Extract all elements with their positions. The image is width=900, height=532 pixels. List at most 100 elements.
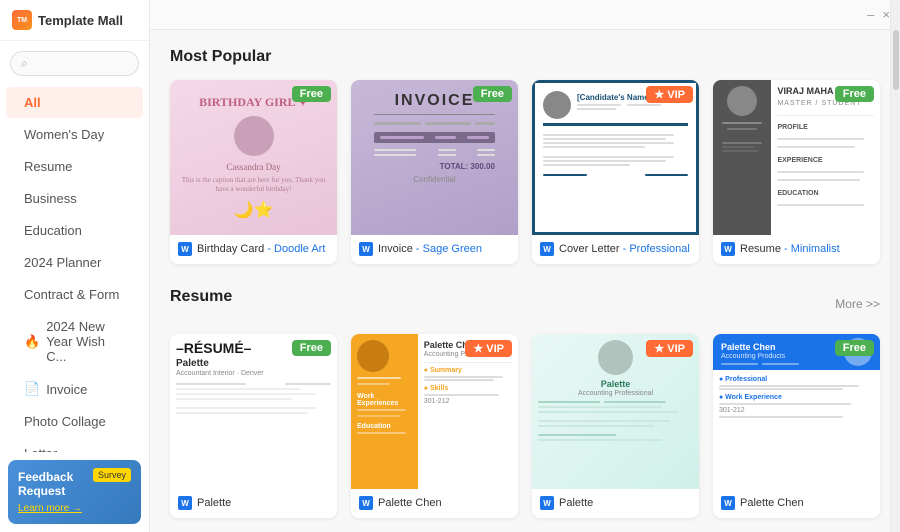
sidebar-item-all[interactable]: All (6, 87, 143, 118)
card-name-palette: Palette (197, 497, 231, 509)
card-name-palette-vip2: Palette (559, 497, 593, 509)
template-card-invoice[interactable]: INVOICE (351, 80, 518, 264)
template-card-palette-chen-free[interactable]: Palette Chen Accounting Products ● Profe… (713, 334, 880, 518)
app-icon: TM (12, 10, 32, 30)
sidebar-item-education[interactable]: Education (6, 215, 143, 246)
nav-label-new-year: 2024 New Year Wish C... (46, 319, 125, 364)
card-name-resume-min: Resume - Minimalist (740, 243, 840, 255)
palette-vip2-preview: Palette Accounting Professional (532, 334, 699, 489)
feedback-box: Survey Feedback Request Learn more → (8, 460, 141, 524)
search-box[interactable]: ⌕ (10, 51, 139, 76)
template-card-birthday[interactable]: BIRTHDAY GIRL ✦ Cassandra Day This is th… (170, 80, 337, 264)
search-icon: ⌕ (21, 56, 28, 71)
sidebar-item-planner[interactable]: 2024 Planner (6, 247, 143, 278)
card-image-birthday: BIRTHDAY GIRL ✦ Cassandra Day This is th… (170, 80, 337, 235)
most-popular-grid: BIRTHDAY GIRL ✦ Cassandra Day This is th… (170, 80, 880, 264)
card-name-cover: Cover Letter - Professional (559, 243, 690, 255)
badge-free-resume-min: Free (835, 86, 874, 102)
card-name-birthday: Birthday Card - Doodle Art (197, 243, 325, 255)
card-name-invoice: Invoice - Sage Green (378, 243, 482, 255)
close-button[interactable]: × (882, 7, 890, 22)
card-label-palette-chen-vip: W Palette Chen (351, 489, 518, 518)
invoice-preview: INVOICE (351, 80, 518, 235)
nav-label-letter: Letter (24, 446, 57, 452)
invoice-icon: 📄 (24, 381, 40, 397)
resume-section-header: Resume More >> (170, 288, 880, 320)
template-card-palette[interactable]: –RÉSUMÉ– Palette Accountant Interior · D… (170, 334, 337, 518)
resume-min-preview: VIRAJ MAHA MASTER / STUDENT PROFILE EXPE… (713, 80, 880, 235)
nav-label-invoice: Invoice (46, 382, 87, 397)
card-label-cover: W Cover Letter - Professional (532, 235, 699, 264)
sidebar-item-letter[interactable]: Letter (6, 438, 143, 452)
nav-label-womens-day: Women's Day (24, 127, 104, 142)
cover-preview: [Candidate's Name] (532, 80, 699, 235)
doc-icon-palette: W (178, 496, 192, 510)
card-image-invoice: INVOICE (351, 80, 518, 235)
resume-grid: –RÉSUMÉ– Palette Accountant Interior · D… (170, 334, 880, 518)
nav-label-photo-collage: Photo Collage (24, 414, 106, 429)
nav-items: All Women's Day Resume Business Educatio… (0, 82, 149, 452)
template-card-palette-chen-vip[interactable]: Work Experiences Education Palette Chen … (351, 334, 518, 518)
card-label-invoice: W Invoice - Sage Green (351, 235, 518, 264)
nav-label-education: Education (24, 223, 82, 238)
sidebar-item-contract[interactable]: Contract & Form (6, 279, 143, 310)
doc-icon-cover: W (540, 242, 554, 256)
palette-free-preview: Palette Chen Accounting Products ● Profe… (713, 334, 880, 489)
palette-preview: –RÉSUMÉ– Palette Accountant Interior · D… (170, 334, 337, 489)
badge-free-birthday: Free (292, 86, 331, 102)
doc-icon-palette-chen-vip: W (359, 496, 373, 510)
birthday-preview: BIRTHDAY GIRL ✦ Cassandra Day This is th… (170, 80, 337, 235)
doc-icon-resume-min: W (721, 242, 735, 256)
card-image-palette-chen-free: Palette Chen Accounting Products ● Profe… (713, 334, 880, 489)
sidebar-item-resume[interactable]: Resume (6, 151, 143, 182)
nav-label-resume: Resume (24, 159, 72, 174)
card-label-resume-min: W Resume - Minimalist (713, 235, 880, 264)
app-title: Template Mall (38, 13, 123, 28)
template-card-resume-min[interactable]: VIRAJ MAHA MASTER / STUDENT PROFILE EXPE… (713, 80, 880, 264)
main-content: Most Popular BIRTHDAY GIRL ✦ Cassandra D… (150, 30, 900, 532)
badge-free-palette-chen-free: Free (835, 340, 874, 356)
scrollbar[interactable] (890, 0, 900, 532)
resume-section-title: Resume (170, 288, 232, 306)
search-input[interactable] (33, 57, 123, 71)
card-label-palette: W Palette (170, 489, 337, 518)
sidebar-item-womens-day[interactable]: Women's Day (6, 119, 143, 150)
app-header: TM Template Mall (0, 0, 149, 41)
doc-icon-palette-chen-free: W (721, 496, 735, 510)
minimize-button[interactable]: – (867, 7, 874, 22)
nav-label-planner: 2024 Planner (24, 255, 101, 270)
card-image-resume-min: VIRAJ MAHA MASTER / STUDENT PROFILE EXPE… (713, 80, 880, 235)
card-name-palette-chen-free: Palette Chen (740, 497, 804, 509)
doc-icon-invoice: W (359, 242, 373, 256)
resume-more-link[interactable]: More >> (835, 297, 880, 311)
badge-free-palette: Free (292, 340, 331, 356)
sidebar: TM Template Mall ⌕ All Women's Day Resum… (0, 0, 150, 532)
card-image-cover: [Candidate's Name] (532, 80, 699, 235)
feedback-link[interactable]: Learn more → (18, 503, 82, 514)
sidebar-item-photo-collage[interactable]: Photo Collage (6, 406, 143, 437)
sidebar-item-invoice[interactable]: 📄 Invoice (6, 373, 143, 405)
sidebar-item-new-year[interactable]: 🔥 2024 New Year Wish C... (6, 311, 143, 372)
nav-label-business: Business (24, 191, 77, 206)
most-popular-title: Most Popular (170, 48, 880, 66)
badge-vip-palette-chen: VIP (465, 340, 512, 357)
template-card-palette-vip2[interactable]: Palette Accounting Professional (532, 334, 699, 518)
palette-vip-preview: Work Experiences Education Palette Chen … (351, 334, 518, 489)
nav-label-all: All (24, 95, 41, 110)
card-label-palette-chen-free: W Palette Chen (713, 489, 880, 518)
nav-label-contract: Contract & Form (24, 287, 119, 302)
template-card-cover[interactable]: [Candidate's Name] (532, 80, 699, 264)
top-bar: – × (150, 0, 900, 30)
card-image-palette: –RÉSUMÉ– Palette Accountant Interior · D… (170, 334, 337, 489)
card-label-birthday: W Birthday Card - Doodle Art (170, 235, 337, 264)
badge-vip-palette-vip2: VIP (646, 340, 693, 357)
card-image-palette-chen: Work Experiences Education Palette Chen … (351, 334, 518, 489)
sidebar-item-business[interactable]: Business (6, 183, 143, 214)
badge-vip-cover: VIP (646, 86, 693, 103)
page-wrapper: – × Most Popular BIRTHDAY GIRL ✦ Cassand… (150, 0, 900, 532)
doc-icon-palette-vip2: W (540, 496, 554, 510)
card-image-palette-vip2: Palette Accounting Professional (532, 334, 699, 489)
scrollbar-thumb[interactable] (893, 30, 899, 90)
fire-icon: 🔥 (24, 334, 40, 350)
badge-free-invoice: Free (473, 86, 512, 102)
